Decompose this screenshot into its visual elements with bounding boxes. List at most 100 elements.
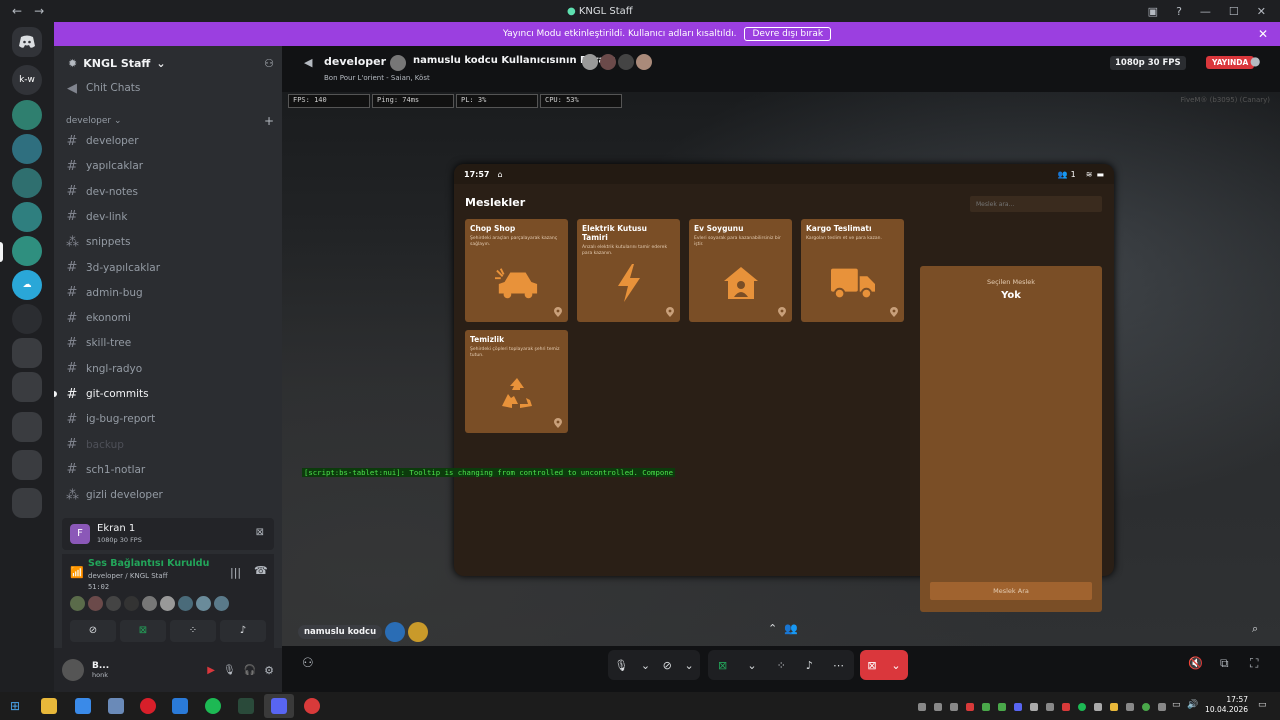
category-developer[interactable]: developer ⌄ <box>66 116 121 126</box>
spotify-icon[interactable] <box>205 698 221 714</box>
screenshare-card[interactable]: F Ekran 1 1080p 30 FPS ⊠ <box>62 518 274 550</box>
channel-kngl-radyo[interactable]: # kngl-radyo <box>66 358 274 380</box>
channel-3d-yapılcaklar[interactable]: #3d-yapılcaklar <box>66 257 274 279</box>
tray-icon[interactable] <box>934 703 942 711</box>
settings-gear-icon[interactable]: ⚙ <box>264 664 274 677</box>
maximize-button[interactable]: ☐ <box>1229 5 1239 18</box>
job-search-input[interactable] <box>970 196 1102 212</box>
channel-ekonomi[interactable]: # ekonomi <box>66 307 274 329</box>
streamer-name-tag[interactable]: namuslu kodcu <box>298 625 383 639</box>
tray-icon[interactable] <box>918 703 926 711</box>
screenshare-icon[interactable]: ⊠ <box>718 659 727 672</box>
tray-icon[interactable] <box>1046 703 1054 711</box>
server-header[interactable]: ✹ KNGL Staff ⌄ ⚇ <box>54 46 282 80</box>
screenshare-icon[interactable]: ⊠ <box>120 620 166 642</box>
zoom-icon[interactable]: ⌕ <box>1252 622 1258 636</box>
viewers[interactable] <box>582 54 652 70</box>
activities-icon[interactable]: ⁘ <box>777 659 786 672</box>
location-pin-icon[interactable] <box>778 307 786 317</box>
channel-snippets[interactable]: ⁂ snippets <box>66 231 274 253</box>
mute-stream-icon[interactable]: 🔇 <box>1188 656 1203 670</box>
tray-icon[interactable] <box>998 703 1006 711</box>
avatar[interactable] <box>106 596 121 611</box>
discord-home-icon[interactable] <box>12 27 42 57</box>
volume-icon[interactable]: 🔊 <box>1187 700 1198 710</box>
disconnect-button[interactable]: ⊠ ⌄ <box>860 650 908 680</box>
server-folder-icon[interactable] <box>12 488 42 518</box>
voice-location[interactable]: developer / KNGL Staff <box>88 572 168 580</box>
fullscreen-icon[interactable]: ⛶ <box>1250 656 1258 671</box>
windows-start-icon[interactable]: ⊞ <box>10 699 20 713</box>
server-folder-icon[interactable] <box>12 338 42 368</box>
fivem-icon[interactable] <box>304 698 320 714</box>
job-card-chop-shop[interactable]: Chop Shop Şehirdeki araçları parçalayara… <box>465 219 568 322</box>
app-icon[interactable] <box>75 698 91 714</box>
server-logs-icon[interactable] <box>12 168 42 198</box>
chevron-down-icon[interactable]: ⌄ <box>891 659 900 672</box>
job-card-electric-box[interactable]: Elektrik Kutusu Tamiri Arızalı elektrik … <box>577 219 680 322</box>
back-arrow-icon[interactable]: ← <box>12 4 22 18</box>
server-folder-icon[interactable] <box>12 412 42 442</box>
avatar[interactable] <box>124 596 139 611</box>
server-kw[interactable]: k-w <box>12 65 42 95</box>
avatar[interactable] <box>214 596 229 611</box>
tray-icon[interactable] <box>1110 703 1118 711</box>
opera-icon[interactable] <box>140 698 156 714</box>
taskbar-clock[interactable]: 17:57 10.04.2026 <box>1198 695 1248 715</box>
disconnect-icon[interactable]: ☎ <box>254 564 268 577</box>
add-channel-icon[interactable]: + <box>264 114 274 128</box>
channel-ig-bug-report[interactable]: # ig-bug-report <box>66 408 274 430</box>
camera-off-icon[interactable]: ▶ <box>207 665 215 676</box>
tray-icon[interactable] <box>1062 703 1070 711</box>
microphone-icon[interactable]: 🎙 <box>614 659 628 672</box>
tray-icon[interactable] <box>1030 703 1038 711</box>
app-icon[interactable] <box>238 698 254 714</box>
close-icon[interactable]: ✕ <box>1258 27 1268 41</box>
chevron-down-icon[interactable]: ⌄ <box>747 659 756 672</box>
voice-status[interactable]: Ses Bağlantısı Kuruldu <box>88 558 209 569</box>
channel-backup[interactable]: # backup <box>66 434 274 456</box>
search-job-button[interactable]: Meslek Ara <box>930 582 1092 600</box>
chevron-down-icon[interactable]: ⌄ <box>641 659 650 672</box>
network-icon[interactable]: ▭ <box>1172 700 1181 710</box>
avatar[interactable] <box>70 596 85 611</box>
server-staff-icon[interactable] <box>12 236 42 266</box>
app-icon[interactable] <box>108 698 124 714</box>
channel-yapılcaklar[interactable]: # yapılcaklar <box>66 155 274 177</box>
job-card-house-robbery[interactable]: Ev Soygunu Evleri soyarak para kazanabil… <box>689 219 792 322</box>
tray-icon[interactable] <box>1142 703 1150 711</box>
channel-admin-bug[interactable]: # admin-bug <box>66 282 274 304</box>
close-button[interactable]: ✕ <box>1257 5 1266 18</box>
chat-bubble-icon[interactable]: ● <box>1250 54 1260 68</box>
server-icon[interactable] <box>12 100 42 130</box>
more-options-icon[interactable]: ⋯ <box>833 659 844 672</box>
location-pin-icon[interactable] <box>890 307 898 317</box>
minimize-button[interactable]: — <box>1200 5 1211 18</box>
tray-icon[interactable] <box>966 703 974 711</box>
notification-icon[interactable]: ▭ <box>1258 700 1267 710</box>
add-people-icon[interactable]: 👥 <box>784 622 798 635</box>
avatar[interactable] <box>142 596 157 611</box>
location-pin-icon[interactable] <box>554 418 562 428</box>
channel-chit-chats[interactable]: ◀ Chit Chats <box>66 77 274 99</box>
server-dark-icon[interactable] <box>12 304 42 334</box>
file-explorer-icon[interactable] <box>41 698 57 714</box>
location-pin-icon[interactable] <box>666 307 674 317</box>
headphones-icon[interactable]: 🎧 <box>244 665 256 676</box>
server-wiki-icon[interactable] <box>12 134 42 164</box>
cloud-server-icon[interactable]: ☁ <box>12 270 42 300</box>
tray-icon[interactable] <box>1094 703 1102 711</box>
tray-icon[interactable] <box>982 703 990 711</box>
camera-off-icon[interactable]: ⊘ <box>663 659 672 672</box>
help-icon[interactable]: ? <box>1176 5 1182 18</box>
channel-gizli-developer[interactable]: ⁂ gizli developer <box>66 484 274 506</box>
channel-skill-tree[interactable]: # skill-tree <box>66 332 274 354</box>
avatar[interactable] <box>196 596 211 611</box>
avatar[interactable] <box>160 596 175 611</box>
location-pin-icon[interactable] <box>554 307 562 317</box>
channel-dev-link[interactable]: # dev-link <box>66 206 274 228</box>
channel-git-commits[interactable]: # git-commits <box>66 383 274 405</box>
microphone-icon[interactable]: 🎙 <box>223 665 236 676</box>
channel-sch1-notlar[interactable]: # sch1-notlar <box>66 459 274 481</box>
soundboard-icon[interactable]: ♪ <box>806 659 813 672</box>
